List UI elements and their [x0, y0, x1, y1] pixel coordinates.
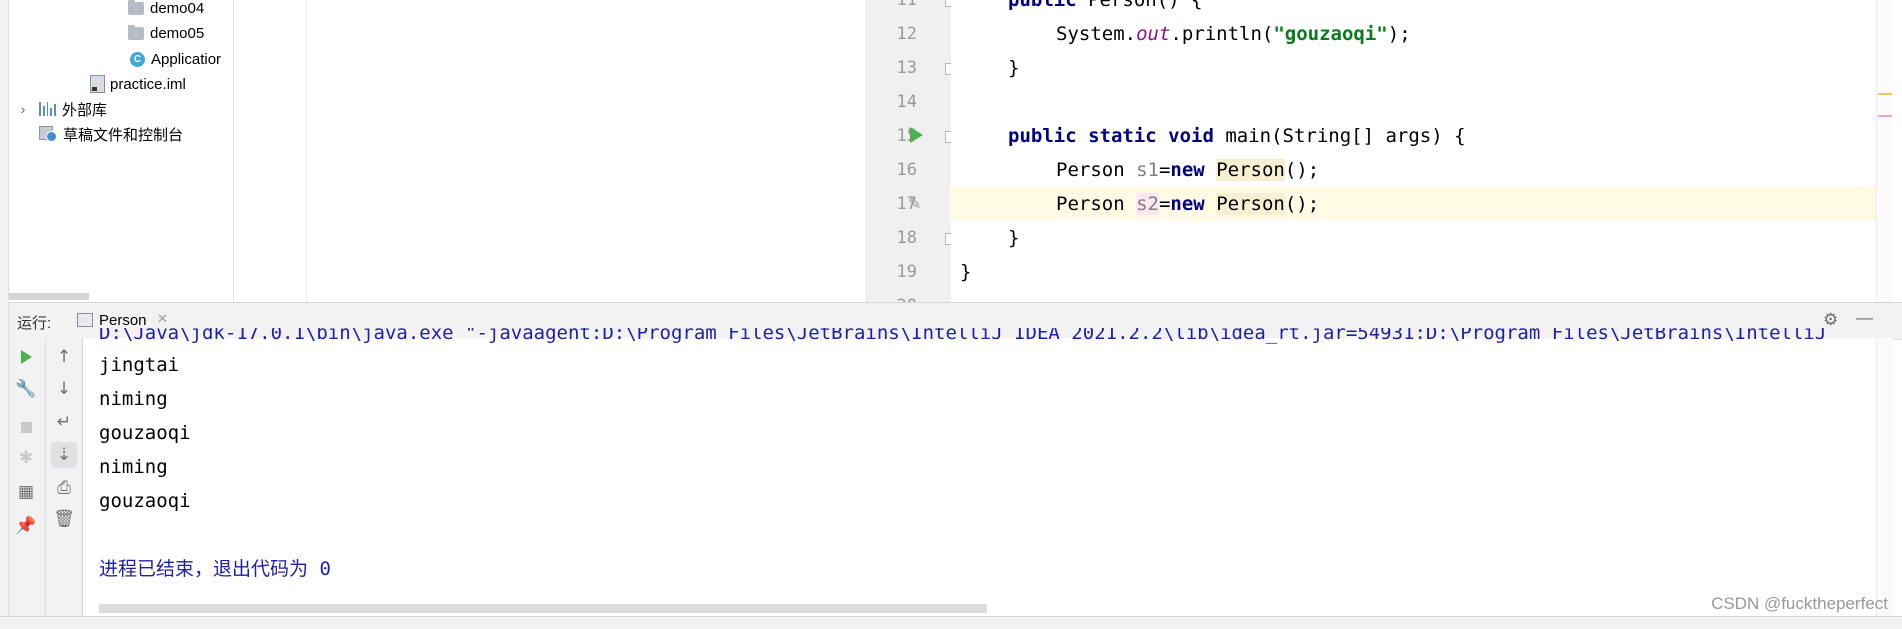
run-tab-person[interactable]: Person — [99, 312, 147, 329]
print-icon[interactable]: ⎙ — [51, 475, 77, 501]
console-line: niming — [99, 388, 168, 410]
stop-button[interactable] — [13, 414, 39, 440]
line-number: 11 — [896, 0, 917, 10]
code-line-19: } — [960, 261, 972, 283]
console-line: gouzaoqi — [99, 422, 191, 444]
pane-divider — [306, 0, 307, 302]
project-tree: demo04 demo05 C Applicatior practice.iml… — [9, 0, 233, 302]
tree-item-practice-iml[interactable]: practice.iml — [90, 72, 186, 96]
status-bar — [0, 616, 1902, 629]
code-line-13: } — [1008, 57, 1020, 79]
library-icon — [39, 102, 56, 116]
scratches-icon — [39, 126, 57, 142]
stop-icon — [20, 421, 32, 433]
console-command-line: D:\Java\jdk-17.0.1\bin\java.exe "-javaag… — [99, 328, 1827, 344]
editor-vertical-scrollbar[interactable] — [1876, 0, 1893, 302]
left-tool-strip — [0, 0, 9, 628]
watermark: CSDN @fucktheperfect — [1711, 594, 1888, 613]
tree-divider — [233, 0, 234, 302]
code-line-17: Person s2=new Person(); — [1056, 193, 1320, 215]
console-horizontal-scrollbar[interactable] — [99, 604, 987, 613]
console-vertical-scrollbar[interactable] — [1876, 338, 1893, 616]
line-number: 12 — [896, 24, 917, 44]
tree-item-external-libraries[interactable]: › 外部库 — [17, 97, 107, 121]
gear-icon[interactable]: ⚙ — [1823, 310, 1838, 330]
console-output[interactable]: D:\Java\jdk-17.0.1\bin\java.exe "-javaag… — [83, 328, 1876, 616]
trash-icon[interactable]: 🗑 — [51, 506, 77, 532]
tree-item-demo04[interactable]: demo04 — [128, 0, 204, 20]
soft-wrap-icon[interactable]: ↵ — [51, 409, 77, 435]
minimize-icon[interactable]: — — [1856, 308, 1873, 328]
scroll-to-end-icon[interactable]: ⇣ — [51, 442, 77, 468]
arrow-down-icon[interactable]: ↓ — [51, 376, 77, 402]
code-line-16: Person s1=new Person(); — [1056, 159, 1320, 181]
code-line-12: System.out.println("gouzaoqi"); — [1056, 23, 1411, 45]
line-number: 19 — [896, 262, 917, 282]
info-stripe[interactable] — [1878, 115, 1892, 117]
tree-item-demo05[interactable]: demo05 — [128, 21, 204, 45]
close-icon[interactable]: ✕ — [157, 311, 168, 327]
warning-stripe[interactable] — [1878, 93, 1892, 95]
class-icon: C — [130, 51, 145, 67]
arrow-up-icon[interactable]: ↑ — [51, 344, 77, 370]
pin-icon[interactable]: 📌 — [13, 513, 39, 539]
tree-item-scratches[interactable]: 草稿文件和控制台 — [39, 122, 183, 146]
tree-item-label: demo05 — [150, 24, 205, 42]
console-line: gouzaoqi — [99, 490, 191, 512]
folder-icon — [128, 0, 144, 15]
run-gutter-icon[interactable] — [910, 127, 923, 143]
wrench-icon[interactable]: 🔧 — [13, 376, 39, 402]
console-line: jingtai — [99, 354, 180, 376]
line-number: 18 — [896, 228, 917, 248]
run-config-icon — [77, 313, 93, 327]
tree-item-label: demo04 — [150, 0, 205, 17]
run-toolbar-secondary: ↑ ↓ ↵ ⇣ ⎙ 🗑 — [46, 338, 83, 616]
console-line: niming — [99, 456, 168, 478]
line-number: 13 — [896, 58, 917, 78]
exit-message: 进程已结束，退出代码为 0 — [99, 558, 331, 580]
tree-item-label: Applicatior — [151, 50, 222, 68]
run-panel-label: 运行: — [17, 315, 52, 332]
layout-icon[interactable]: ▦ — [13, 479, 39, 505]
debug-disabled-icon[interactable]: ✱ — [13, 445, 39, 471]
tree-item-label: 外部库 — [62, 101, 108, 119]
tree-item-label: 草稿文件和控制台 — [63, 126, 184, 144]
line-number: 16 — [896, 160, 917, 180]
tree-horizontal-scrollbar[interactable] — [9, 293, 89, 300]
tree-item-application[interactable]: C Applicatior — [130, 47, 221, 71]
editor-gutter: 11 12 13 14 15 16 17 18 19 20 — [866, 0, 957, 316]
tree-item-label: practice.iml — [110, 75, 186, 93]
run-toolbar-primary: 🔧 ✱ ▦ 📌 — [9, 338, 46, 616]
code-line-15: public static void main(String[] args) { — [1008, 125, 1466, 147]
code-line-11: public Person() { — [1008, 0, 1203, 11]
rerun-button[interactable] — [13, 344, 39, 370]
folder-icon — [128, 24, 144, 40]
chevron-right-icon[interactable]: › — [17, 101, 29, 117]
intention-pencil-icon[interactable]: ✎ — [908, 194, 921, 213]
play-icon — [20, 350, 32, 364]
code-line-18: } — [1008, 227, 1020, 249]
line-number: 14 — [896, 92, 917, 112]
iml-file-icon — [90, 75, 105, 93]
